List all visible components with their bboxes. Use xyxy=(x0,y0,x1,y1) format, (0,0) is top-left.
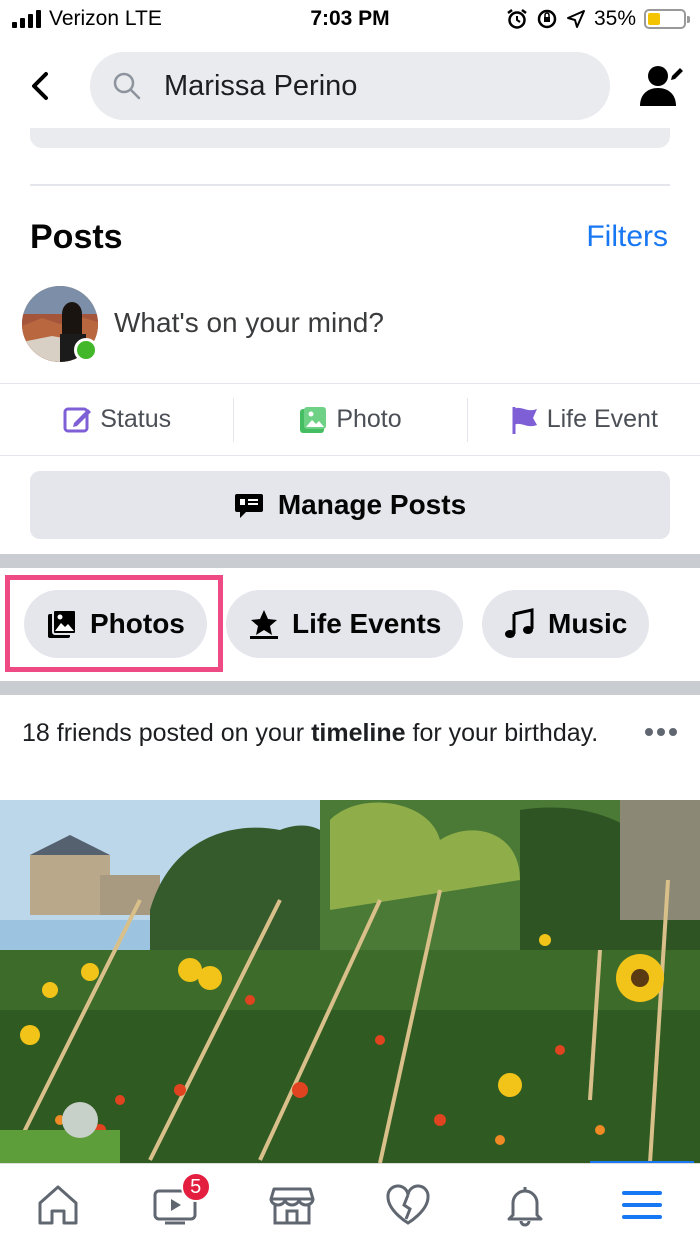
location-icon xyxy=(566,10,585,28)
nav-dating[interactable] xyxy=(350,1164,467,1245)
nav-home[interactable] xyxy=(0,1164,117,1245)
top-header: Marissa Perino xyxy=(0,48,700,128)
marketplace-icon xyxy=(269,1187,315,1224)
post-photo[interactable] xyxy=(0,800,700,1163)
watch-badge: 5 xyxy=(180,1172,211,1202)
alarm-icon xyxy=(507,9,527,29)
battery-percent: 35% xyxy=(593,7,636,30)
flag-icon xyxy=(512,406,537,434)
chat-bubble-icon xyxy=(234,494,263,518)
manage-posts-button[interactable]: Manage Posts xyxy=(30,471,670,539)
life-event-button[interactable]: Life Event xyxy=(466,384,700,455)
back-arrow-icon[interactable] xyxy=(22,66,62,106)
bell-icon xyxy=(507,1186,543,1226)
search-value: Marissa Perino xyxy=(164,69,358,102)
edit-profile-icon[interactable] xyxy=(638,62,686,110)
divider xyxy=(30,184,670,186)
star-icon xyxy=(250,610,278,639)
filters-link[interactable]: Filters xyxy=(586,220,668,254)
status-button[interactable]: Status xyxy=(0,384,233,455)
dating-heart-icon xyxy=(386,1184,430,1225)
photos-highlight-box xyxy=(5,575,223,672)
nav-marketplace[interactable] xyxy=(233,1164,350,1245)
nav-notifications[interactable] xyxy=(467,1164,584,1245)
menu-icon xyxy=(621,1190,662,1219)
composer-actions: Status Photo Life Event xyxy=(0,383,700,456)
composer-input[interactable]: What's on your mind? xyxy=(114,307,384,339)
music-chip[interactable]: Music xyxy=(482,590,650,658)
battery-icon xyxy=(644,9,690,29)
online-status-dot xyxy=(74,338,98,362)
nav-watch[interactable]: 5 xyxy=(117,1164,234,1245)
music-note-icon xyxy=(505,608,534,638)
section-divider xyxy=(0,554,700,568)
posts-heading: Posts xyxy=(30,218,123,256)
nav-menu[interactable] xyxy=(583,1164,700,1245)
status-bar: Verizon LTE 7:03 PM 35% xyxy=(0,0,700,40)
search-icon xyxy=(113,72,141,100)
life-events-chip[interactable]: Life Events xyxy=(226,590,464,658)
photo-icon xyxy=(300,406,327,433)
more-options-icon[interactable] xyxy=(644,726,678,738)
section-divider xyxy=(0,681,700,695)
rotation-lock-icon xyxy=(537,9,557,29)
search-input[interactable]: Marissa Perino xyxy=(90,52,610,120)
previous-card-edge xyxy=(30,128,670,148)
photo-button[interactable]: Photo xyxy=(233,384,466,455)
bottom-nav: 5 xyxy=(0,1163,700,1245)
home-icon xyxy=(38,1185,78,1224)
edit-square-icon xyxy=(63,407,92,432)
post-text: 18 friends posted on your timeline for y… xyxy=(22,719,599,747)
